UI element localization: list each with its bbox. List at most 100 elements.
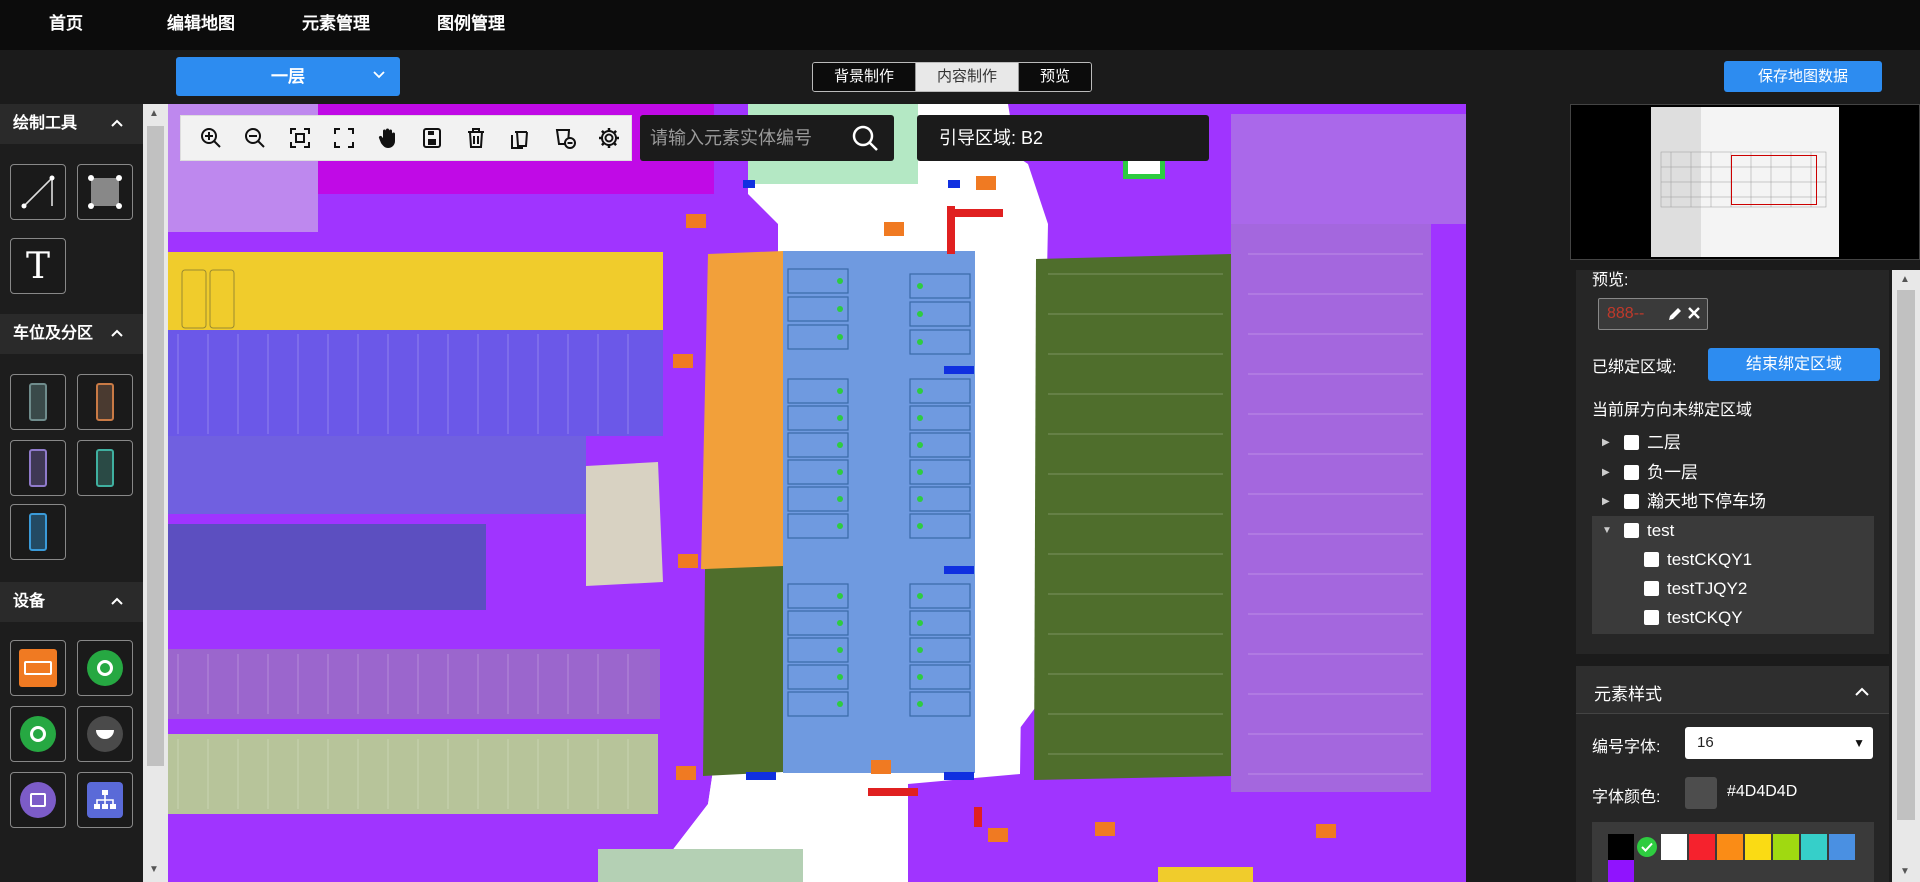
color-swatch-black[interactable]: [1608, 834, 1634, 860]
checkbox[interactable]: [1644, 552, 1659, 567]
caret-right-icon[interactable]: ▶: [1602, 428, 1610, 457]
edit-pencil-icon[interactable]: [1667, 306, 1683, 327]
devices-header[interactable]: 设备: [0, 582, 143, 622]
tree-node-testckqy1[interactable]: testCKQY1: [1592, 545, 1872, 574]
fullscreen-button[interactable]: [322, 118, 366, 158]
parking-space-orange-button[interactable]: [77, 374, 133, 430]
nav-item-edit-map[interactable]: 编辑地图: [167, 0, 235, 50]
delete-button[interactable]: [454, 118, 498, 158]
tree-node-b1[interactable]: ▶ 负一层: [1592, 458, 1872, 487]
element-search-input[interactable]: [650, 115, 830, 161]
checkbox[interactable]: [1644, 581, 1659, 596]
draw-tools-header[interactable]: 绘制工具: [0, 104, 143, 144]
checkbox[interactable]: [1624, 523, 1639, 538]
search-icon[interactable]: [850, 123, 880, 158]
caret-down-icon[interactable]: ▼: [1602, 516, 1612, 545]
camera-green-icon: [87, 650, 123, 686]
parking-space-purple-icon: [29, 449, 47, 487]
parking-title: 车位及分区: [13, 325, 94, 342]
nav-item-legend-management[interactable]: 图例管理: [437, 0, 505, 50]
zoom-out-button[interactable]: [233, 118, 277, 158]
close-icon[interactable]: [1687, 306, 1701, 325]
checkbox[interactable]: [1644, 610, 1659, 625]
tab-content[interactable]: 内容制作: [916, 63, 1020, 91]
parking-space-gray-icon: [29, 383, 47, 421]
delete-all-button[interactable]: [543, 118, 587, 158]
fit-view-icon: [289, 128, 310, 148]
tree-node-testckqy[interactable]: testCKQY: [1592, 603, 1872, 632]
floor-plan-drawing: [168, 104, 1466, 882]
dome-camera-device-button[interactable]: [77, 706, 133, 762]
delete-layer-button[interactable]: [498, 118, 542, 158]
save-snapshot-button[interactable]: [410, 118, 454, 158]
checkbox[interactable]: [1624, 465, 1639, 480]
minimap-viewport[interactable]: [1731, 155, 1817, 205]
color-swatch-red[interactable]: [1689, 834, 1715, 860]
network-device-button[interactable]: [77, 772, 133, 828]
tab-background[interactable]: 背景制作: [813, 63, 917, 91]
nav-item-element-management[interactable]: 元素管理: [302, 0, 370, 50]
tree-node-testtjqy2[interactable]: testTJQY2: [1592, 574, 1872, 603]
tree-node-label: test: [1647, 521, 1675, 540]
left-panel-scrollbar[interactable]: ▲ ▼: [143, 104, 168, 882]
pan-button[interactable]: [366, 118, 410, 158]
dome-camera-icon: [87, 716, 123, 752]
zoom-in-button[interactable]: [189, 118, 233, 158]
kiosk-device-button[interactable]: [10, 772, 66, 828]
checkbox[interactable]: [1624, 494, 1639, 509]
led-screen-device-button[interactable]: [10, 640, 66, 696]
detector-green-device-button[interactable]: [10, 706, 66, 762]
parking-space-gray-button[interactable]: [10, 374, 66, 430]
tree-node-test[interactable]: ▼ test: [1592, 516, 1872, 545]
end-binding-button[interactable]: 结束绑定区域: [1708, 348, 1880, 381]
scroll-down-arrow-icon[interactable]: ▼: [1900, 866, 1910, 877]
element-style-header[interactable]: 元素样式: [1576, 666, 1889, 714]
caret-right-icon[interactable]: ▶: [1602, 458, 1610, 487]
element-style-title: 元素样式: [1594, 685, 1662, 704]
fit-view-button[interactable]: [277, 118, 321, 158]
nav-item-home[interactable]: 首页: [49, 0, 83, 50]
floor-select-value: 一层: [271, 67, 305, 86]
scroll-up-arrow-icon[interactable]: ▲: [1900, 274, 1910, 285]
color-swatch-orange[interactable]: [1717, 834, 1743, 860]
minimap[interactable]: [1570, 104, 1920, 260]
camera-green-device-button[interactable]: [77, 640, 133, 696]
rectangle-tool-button[interactable]: [77, 164, 133, 220]
checkbox[interactable]: [1624, 435, 1639, 450]
parking-space-blue-button[interactable]: [10, 504, 66, 560]
right-panel-scrollbar[interactable]: ▲ ▼: [1892, 270, 1920, 882]
tree-node-hantiandi[interactable]: ▶ 瀚天地下停车场: [1592, 487, 1872, 516]
scrollbar-thumb[interactable]: [1897, 290, 1915, 820]
text-tool-button[interactable]: T: [10, 238, 66, 294]
parking-space-orange-icon: [96, 383, 114, 421]
color-swatch-white[interactable]: [1661, 834, 1687, 860]
scroll-up-arrow-icon[interactable]: ▲: [149, 108, 159, 119]
color-swatch-lime[interactable]: [1773, 834, 1799, 860]
color-swatch-blue[interactable]: [1829, 834, 1855, 860]
zoom-out-icon: [245, 128, 266, 148]
minimap-preview: [1651, 107, 1839, 257]
save-map-button[interactable]: 保存地图数据: [1724, 61, 1882, 92]
parking-space-purple-button[interactable]: [10, 440, 66, 496]
tree-node-2f[interactable]: ▶ 二层: [1592, 428, 1872, 457]
color-swatch-purple[interactable]: [1608, 860, 1634, 882]
font-size-select[interactable]: 16 ▼: [1685, 727, 1873, 759]
scrollbar-thumb[interactable]: [147, 126, 164, 766]
map-canvas[interactable]: [168, 104, 1466, 882]
color-swatch-cyan[interactable]: [1801, 834, 1827, 860]
text-icon: T: [25, 245, 50, 287]
settings-button[interactable]: [587, 118, 631, 158]
scroll-down-arrow-icon[interactable]: ▼: [149, 864, 159, 875]
font-color-swatch[interactable]: [1685, 777, 1717, 809]
font-size-value: 16: [1697, 734, 1714, 751]
unbound-areas-title: 当前屏方向未绑定区域: [1592, 402, 1753, 419]
line-tool-button[interactable]: [10, 164, 66, 220]
parking-space-teal-button[interactable]: [77, 440, 133, 496]
parking-header[interactable]: 车位及分区: [0, 314, 143, 354]
color-swatch-yellow[interactable]: [1745, 834, 1771, 860]
caret-down-icon: ▼: [1853, 736, 1865, 750]
floor-select[interactable]: 一层: [176, 57, 400, 96]
element-style-divider: [1576, 654, 1889, 666]
tab-preview[interactable]: 预览: [1019, 63, 1092, 91]
caret-right-icon[interactable]: ▶: [1602, 487, 1610, 516]
